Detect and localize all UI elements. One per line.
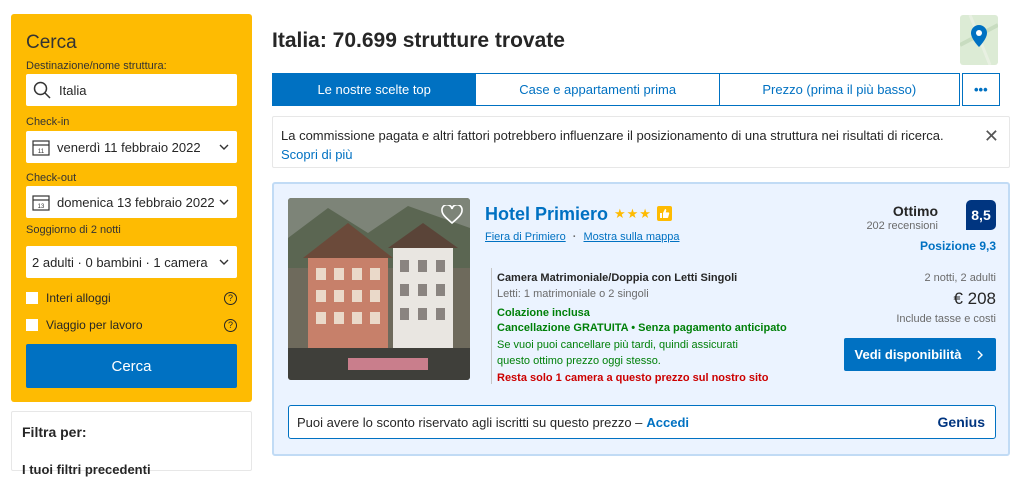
hotel-photo[interactable] bbox=[288, 198, 470, 380]
sign-in-link[interactable]: Accedi bbox=[646, 415, 689, 430]
search-icon bbox=[33, 81, 51, 99]
location-line: Fiera di Primiero · Mostra sulla mappa bbox=[485, 231, 679, 243]
chevron-down-icon bbox=[219, 259, 229, 265]
checkbox-box[interactable] bbox=[26, 292, 38, 304]
cancellation-info: Cancellazione GRATUITA • Senza pagamento… bbox=[497, 322, 787, 334]
search-panel: Cerca Destinazione/nome struttura: Itali… bbox=[11, 14, 252, 402]
chevron-down-icon bbox=[219, 199, 229, 205]
genius-text: Puoi avere lo sconto riservato agli iscr… bbox=[297, 414, 643, 430]
destination-value: Italia bbox=[59, 82, 87, 98]
see-availability-label: Vedi disponibilità bbox=[854, 347, 962, 362]
more-sort-button[interactable]: ••• bbox=[961, 73, 1000, 106]
star-rating: ★★★ bbox=[614, 206, 652, 221]
nights-label: Soggiorno di 2 notti bbox=[26, 224, 121, 236]
property-card[interactable]: Hotel Primiero ★★★ Fiera di Primiero · M… bbox=[272, 182, 1010, 456]
info-icon[interactable]: ? bbox=[224, 318, 237, 332]
separator-dot: · bbox=[572, 231, 577, 243]
bed-info: Letti: 1 matrimoniale o 2 singoli bbox=[497, 288, 649, 300]
info-icon[interactable]: ? bbox=[224, 291, 237, 305]
heart-icon[interactable] bbox=[441, 205, 463, 225]
rating-word: Ottimo bbox=[892, 203, 938, 219]
guests-select[interactable]: 2 adulti · 0 bambini · 1 camera bbox=[26, 246, 237, 278]
business-trip-checkbox[interactable]: Viaggio per lavoro ? bbox=[26, 318, 237, 332]
genius-logo: Genius bbox=[937, 414, 985, 430]
ranking-notice: La commissione pagata e altri fattori po… bbox=[272, 116, 1010, 168]
genius-banner: Puoi avere lo sconto riservato agli iscr… bbox=[288, 405, 996, 439]
checkin-value: venerdì 11 febbraio 2022 bbox=[57, 139, 201, 155]
room-details: Camera Matrimoniale/Doppia con Letti Sin… bbox=[491, 268, 821, 384]
destination-label: Destinazione/nome struttura: bbox=[26, 60, 167, 72]
calendar-icon: 13 bbox=[32, 195, 50, 211]
results-title: Italia: 70.699 strutture trovate bbox=[272, 29, 565, 52]
show-on-map-link[interactable]: Mostra sulla mappa bbox=[583, 231, 679, 243]
guests-value: 2 adulti · 0 bambini · 1 camera bbox=[32, 254, 208, 270]
see-availability-button[interactable]: Vedi disponibilità bbox=[844, 338, 996, 371]
sort-tabs: Le nostre scelte top Case e appartamenti… bbox=[272, 73, 1000, 106]
svg-text:13: 13 bbox=[38, 204, 45, 210]
chevron-right-icon bbox=[977, 350, 984, 359]
hotel-photo-image bbox=[288, 198, 470, 380]
breakfast-info: Colazione inclusa bbox=[497, 307, 590, 319]
notice-text: La commissione pagata e altri fattori po… bbox=[281, 128, 944, 143]
close-icon[interactable]: ✕ bbox=[984, 127, 999, 146]
tab-homes-first[interactable]: Case e appartamenti prima bbox=[475, 73, 720, 106]
chevron-down-icon bbox=[219, 144, 229, 150]
learn-more-link[interactable]: Scopri di più bbox=[281, 147, 353, 162]
filter-subtitle: I tuoi filtri precedenti bbox=[22, 462, 151, 477]
map-pin-icon bbox=[960, 15, 998, 65]
tab-top-picks[interactable]: Le nostre scelte top bbox=[272, 73, 477, 106]
filter-title: Filtra per: bbox=[22, 424, 87, 440]
svg-text:11: 11 bbox=[38, 149, 45, 155]
room-name: Camera Matrimoniale/Doppia con Letti Sin… bbox=[497, 272, 738, 284]
search-title: Cerca bbox=[26, 32, 77, 53]
review-count: 202 recensioni bbox=[866, 220, 938, 232]
checkout-field[interactable]: 13 domenica 13 febbraio 2022 bbox=[26, 186, 237, 218]
tab-price-lowest[interactable]: Prezzo (prima il più basso) bbox=[718, 73, 960, 106]
location-score: Posizione 9,3 bbox=[919, 239, 996, 253]
calendar-icon: 11 bbox=[32, 140, 50, 156]
cancellation-note: Se vuoi puoi cancellare più tardi, quind… bbox=[497, 339, 738, 367]
thumbs-up-icon bbox=[657, 206, 672, 221]
checkin-field[interactable]: 11 venerdì 11 febbraio 2022 bbox=[26, 131, 237, 163]
price: € 208 bbox=[953, 289, 996, 308]
taxes-note: Include tasse e costi bbox=[896, 313, 996, 325]
review-score-badge[interactable]: 8,5 bbox=[966, 200, 996, 230]
search-button[interactable]: Cerca bbox=[26, 344, 237, 388]
checkin-label: Check-in bbox=[26, 116, 70, 128]
entire-homes-checkbox[interactable]: Interi alloggi ? bbox=[26, 291, 237, 305]
checkbox-box[interactable] bbox=[26, 319, 38, 331]
hotel-name[interactable]: Hotel Primiero bbox=[485, 204, 608, 225]
location-link[interactable]: Fiera di Primiero bbox=[485, 231, 566, 243]
scarcity-message: Resta solo 1 camera a questo prezzo sul … bbox=[497, 372, 769, 384]
stay-summary: 2 notti, 2 adulti bbox=[924, 272, 996, 284]
destination-input[interactable]: Italia bbox=[26, 74, 237, 106]
filter-panel: Filtra per: I tuoi filtri precedenti bbox=[11, 411, 252, 477]
business-trip-label: Viaggio per lavoro bbox=[46, 318, 143, 332]
map-thumbnail[interactable] bbox=[960, 15, 998, 65]
checkout-value: domenica 13 febbraio 2022 bbox=[57, 194, 215, 210]
checkout-label: Check-out bbox=[26, 172, 77, 184]
entire-homes-label: Interi alloggi bbox=[46, 291, 111, 305]
